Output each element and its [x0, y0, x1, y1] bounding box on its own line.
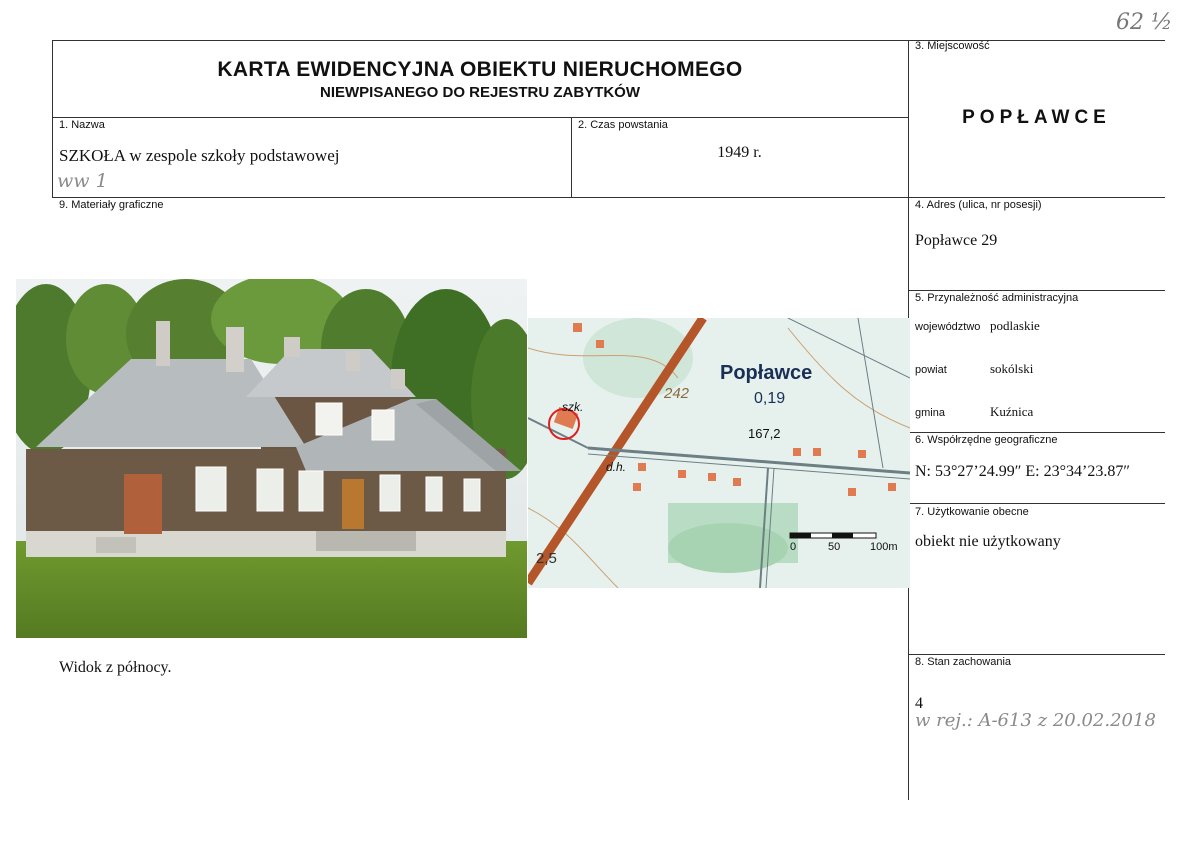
card-subtitle: NIEWPISANEGO DO REJESTRU ZABYTKÓW [319, 84, 641, 101]
wspolrzedne-bottom-border [908, 503, 1165, 504]
gmina-label: gmina [915, 407, 945, 419]
title-bottom-border [52, 117, 908, 118]
gmina-value: Kuźnica [990, 404, 1034, 419]
map-area: 0,19 [754, 390, 786, 407]
top-border [52, 40, 1165, 41]
nazwa-value: SZKOŁA w zespole szkoły podstawowej [59, 146, 340, 165]
card-title: KARTA EWIDENCYJNA OBIEKTU NIERUCHOMEGO [217, 58, 743, 81]
uzytkowanie-value: obiekt nie użytkowany [915, 533, 1061, 550]
map-elevation-242: 242 [664, 385, 690, 402]
przynaleznosc-bottom-border [908, 432, 1165, 433]
wojewodztwo-label: województwo [915, 321, 981, 333]
row1-bottom-border [52, 197, 1165, 198]
miejscowosc-value: POPŁAWCE [962, 107, 1111, 128]
powiat-value: sokólski [990, 361, 1034, 376]
powiat-label: powiat [915, 364, 947, 376]
map-scale-50: 50 [828, 541, 841, 553]
wspolrzedne-value: N: 53°27’24.99″ E: 23°34’23.87″ [915, 463, 1130, 480]
adres-label: 4. Adres (ulica, nr posesji) [915, 199, 1042, 211]
przynaleznosc-label: 5. Przynależność administracyjna [915, 292, 1079, 304]
miejscowosc-label: 3. Miejscowość [915, 40, 990, 52]
school-photo [1, 274, 541, 638]
photo-caption: Widok z północy. [59, 659, 172, 676]
adres-bottom-border [908, 290, 1165, 291]
map-elevation-2-5: 2,5 [536, 550, 557, 567]
wojewodztwo-value: podlaskie [990, 318, 1040, 333]
nazwa-handwritten-number: ww 1 [57, 170, 108, 192]
uzytkowanie-label: 7. Użytkowanie obecne [915, 506, 1029, 518]
wspolrzedne-label: 6. Współrzędne geograficzne [915, 434, 1058, 446]
map-school-label: szk. [562, 400, 584, 414]
czas-value: 1949 r. [717, 144, 762, 161]
map-place-name: Popławce [720, 362, 813, 384]
topographic-map: Popławce 0,19 242 167,2 2,5 szk. d.h. 0 … [528, 318, 910, 588]
materialy-label: 9. Materiały graficzne [59, 199, 164, 211]
map-dh-label: d.h. [606, 460, 627, 474]
map-elevation-167: 167,2 [748, 426, 781, 441]
map-scale-100: 100m [870, 541, 898, 553]
map-scale-0: 0 [790, 541, 797, 553]
czas-label: 2. Czas powstania [578, 119, 668, 131]
uzytkowanie-bottom-border [908, 654, 1165, 655]
stan-handwritten-note: w rej.: A-613 z 20.02.2018 [915, 710, 1156, 731]
corner-handwritten-number: 62 ½ [1116, 10, 1173, 35]
adres-value: Popławce 29 [915, 232, 998, 249]
stan-label: 8. Stan zachowania [915, 656, 1012, 668]
nazwa-label: 1. Nazwa [59, 119, 105, 131]
